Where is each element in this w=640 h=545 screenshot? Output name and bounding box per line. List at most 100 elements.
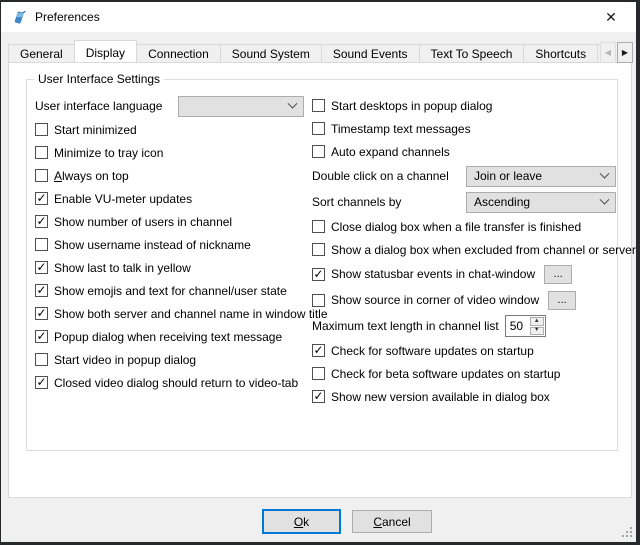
checkbox-start-video-popup[interactable] xyxy=(35,353,48,366)
checkbox-show-server-channel-title[interactable]: ✓ xyxy=(35,307,48,320)
close-icon[interactable]: ✕ xyxy=(592,2,630,32)
tab-general[interactable]: General xyxy=(8,44,75,62)
checkbox-label: Popup dialog when receiving text message xyxy=(54,330,282,344)
tab-scroll-left-icon: ◀ xyxy=(600,42,616,63)
spin-up-icon[interactable]: ▲ xyxy=(530,317,544,326)
checkbox-show-last-talk[interactable]: ✓ xyxy=(35,261,48,274)
right-column: Start desktops in popup dialog Timestamp… xyxy=(312,94,616,408)
checkbox-show-excluded-dialog[interactable] xyxy=(312,243,325,256)
checkbox-row-show-new-version[interactable]: ✓ Show new version available in dialog b… xyxy=(312,385,616,408)
statusbar-events-more-button[interactable]: ... xyxy=(544,265,572,284)
checkbox-row-check-updates[interactable]: ✓ Check for software updates on startup xyxy=(312,339,616,362)
checkbox-video-source-corner[interactable] xyxy=(312,294,325,307)
tab-label: Sound Events xyxy=(333,47,408,61)
ok-button-label: Ok xyxy=(294,515,309,529)
tab-text-to-speech[interactable]: Text To Speech xyxy=(419,44,525,62)
checkbox-row-check-beta-updates[interactable]: Check for beta software updates on start… xyxy=(312,362,616,385)
checkbox-enable-vu-meter[interactable]: ✓ xyxy=(35,192,48,205)
checkbox-row-close-filetransfer-dialog[interactable]: Close dialog box when a file transfer is… xyxy=(312,215,616,238)
chevron-down-icon xyxy=(288,98,298,108)
checkbox-label: Timestamp text messages xyxy=(331,122,471,136)
checkbox-row-start-desktops-popup[interactable]: Start desktops in popup dialog xyxy=(312,94,616,117)
spinner-value[interactable]: 50 xyxy=(506,316,529,336)
tab-connection[interactable]: Connection xyxy=(136,44,221,62)
checkmark-icon: ✓ xyxy=(313,345,323,355)
tab-label: General xyxy=(20,47,63,61)
checkbox-show-emojis[interactable]: ✓ xyxy=(35,284,48,297)
max-text-length-row: Maximum text length in channel list 50 ▲… xyxy=(312,313,616,339)
checkbox-label: Start desktops in popup dialog xyxy=(331,99,492,113)
checkbox-row-start-minimized[interactable]: Start minimized xyxy=(35,118,311,141)
checkmark-icon: ✓ xyxy=(36,193,46,203)
checkbox-show-new-version[interactable]: ✓ xyxy=(312,390,325,403)
resize-grip[interactable] xyxy=(621,526,633,538)
checkbox-row-show-username[interactable]: Show username instead of nickname xyxy=(35,233,311,256)
checkbox-row-show-last-talk[interactable]: ✓ Show last to talk in yellow xyxy=(35,256,311,279)
checkbox-check-updates[interactable]: ✓ xyxy=(312,344,325,357)
checkbox-label: Auto expand channels xyxy=(331,145,450,159)
checkbox-popup-text-message[interactable]: ✓ xyxy=(35,330,48,343)
tab-label: Text To Speech xyxy=(431,47,513,61)
checkbox-row-timestamp-messages[interactable]: Timestamp text messages xyxy=(312,117,616,140)
checkbox-row-enable-vu-meter[interactable]: ✓ Enable VU-meter updates xyxy=(35,187,311,210)
statusbar-events-row[interactable]: ✓ Show statusbar events in chat-window .… xyxy=(312,261,616,287)
checkbox-row-show-server-channel-title[interactable]: ✓ Show both server and channel name in w… xyxy=(35,302,311,325)
checkbox-row-minimize-to-tray[interactable]: Minimize to tray icon xyxy=(35,141,311,164)
window-title: Preferences xyxy=(35,10,100,24)
checkbox-statusbar-events[interactable]: ✓ xyxy=(312,268,325,281)
checkbox-closed-video-return[interactable]: ✓ xyxy=(35,376,48,389)
tab-sound-events[interactable]: Sound Events xyxy=(321,44,420,62)
checkbox-label: Start video in popup dialog xyxy=(54,353,196,367)
sort-channels-value: Ascending xyxy=(474,195,530,209)
max-text-length-label: Maximum text length in channel list xyxy=(312,319,499,333)
video-source-row[interactable]: Show source in corner of video window ..… xyxy=(312,287,616,313)
cancel-button[interactable]: Cancel xyxy=(352,510,432,533)
checkbox-label: Show last to talk in yellow xyxy=(54,261,191,275)
checkbox-label: Show emojis and text for channel/user st… xyxy=(54,284,287,298)
tab-sound-system[interactable]: Sound System xyxy=(220,44,322,62)
tab-label: Sound System xyxy=(232,47,310,61)
app-icon xyxy=(11,9,27,25)
tab-shortcuts[interactable]: Shortcuts xyxy=(523,44,598,62)
max-text-length-spinner[interactable]: 50 ▲ ▼ xyxy=(505,315,546,337)
tab-scroll-right-icon[interactable]: ▶ xyxy=(617,42,633,63)
checkbox-label: Close dialog box when a file transfer is… xyxy=(331,220,581,234)
checkbox-close-filetransfer-dialog[interactable] xyxy=(312,220,325,233)
checkbox-start-desktops-popup[interactable] xyxy=(312,99,325,112)
checkmark-icon: ✓ xyxy=(36,285,46,295)
checkbox-row-start-video-popup[interactable]: Start video in popup dialog xyxy=(35,348,311,371)
checkbox-minimize-to-tray[interactable] xyxy=(35,146,48,159)
spin-down-icon[interactable]: ▼ xyxy=(530,327,544,336)
sort-channels-combobox[interactable]: Ascending xyxy=(466,192,616,213)
checkbox-start-minimized[interactable] xyxy=(35,123,48,136)
checkbox-label: Start minimized xyxy=(54,123,137,137)
checkbox-show-user-count[interactable]: ✓ xyxy=(35,215,48,228)
tab-display[interactable]: Display xyxy=(74,40,137,62)
checkbox-row-popup-text-message[interactable]: ✓ Popup dialog when receiving text messa… xyxy=(35,325,311,348)
checkbox-show-username[interactable] xyxy=(35,238,48,251)
checkbox-always-on-top[interactable] xyxy=(35,169,48,182)
sort-channels-label: Sort channels by xyxy=(312,195,466,209)
checkbox-check-beta-updates[interactable] xyxy=(312,367,325,380)
language-combobox[interactable] xyxy=(178,96,304,117)
video-source-more-button[interactable]: ... xyxy=(548,291,576,310)
checkbox-row-show-excluded-dialog[interactable]: Show a dialog box when excluded from cha… xyxy=(312,238,616,261)
language-row: User interface language xyxy=(35,94,311,118)
display-tab-page: User Interface Settings User interface l… xyxy=(8,62,632,498)
checkbox-label: Check for software updates on startup xyxy=(331,344,534,358)
checkbox-row-always-on-top[interactable]: Always on top xyxy=(35,164,311,187)
checkbox-auto-expand-channels[interactable] xyxy=(312,145,325,158)
checkbox-row-show-user-count[interactable]: ✓ Show number of users in channel xyxy=(35,210,311,233)
checkbox-row-auto-expand-channels[interactable]: Auto expand channels xyxy=(312,140,616,163)
checkbox-row-closed-video-return[interactable]: ✓ Closed video dialog should return to v… xyxy=(35,371,311,394)
checkbox-row-show-emojis[interactable]: ✓ Show emojis and text for channel/user … xyxy=(35,279,311,302)
checkmark-icon: ✓ xyxy=(36,377,46,387)
checkbox-label: Show new version available in dialog box xyxy=(331,390,550,404)
chevron-down-icon xyxy=(600,194,610,204)
ok-button[interactable]: Ok xyxy=(262,509,341,534)
checkbox-timestamp-messages[interactable] xyxy=(312,122,325,135)
double-click-combobox[interactable]: Join or leave xyxy=(466,166,616,187)
checkbox-label: Minimize to tray icon xyxy=(54,146,163,160)
tab-label: Connection xyxy=(148,47,209,61)
titlebar: Preferences ✕ xyxy=(1,2,636,32)
